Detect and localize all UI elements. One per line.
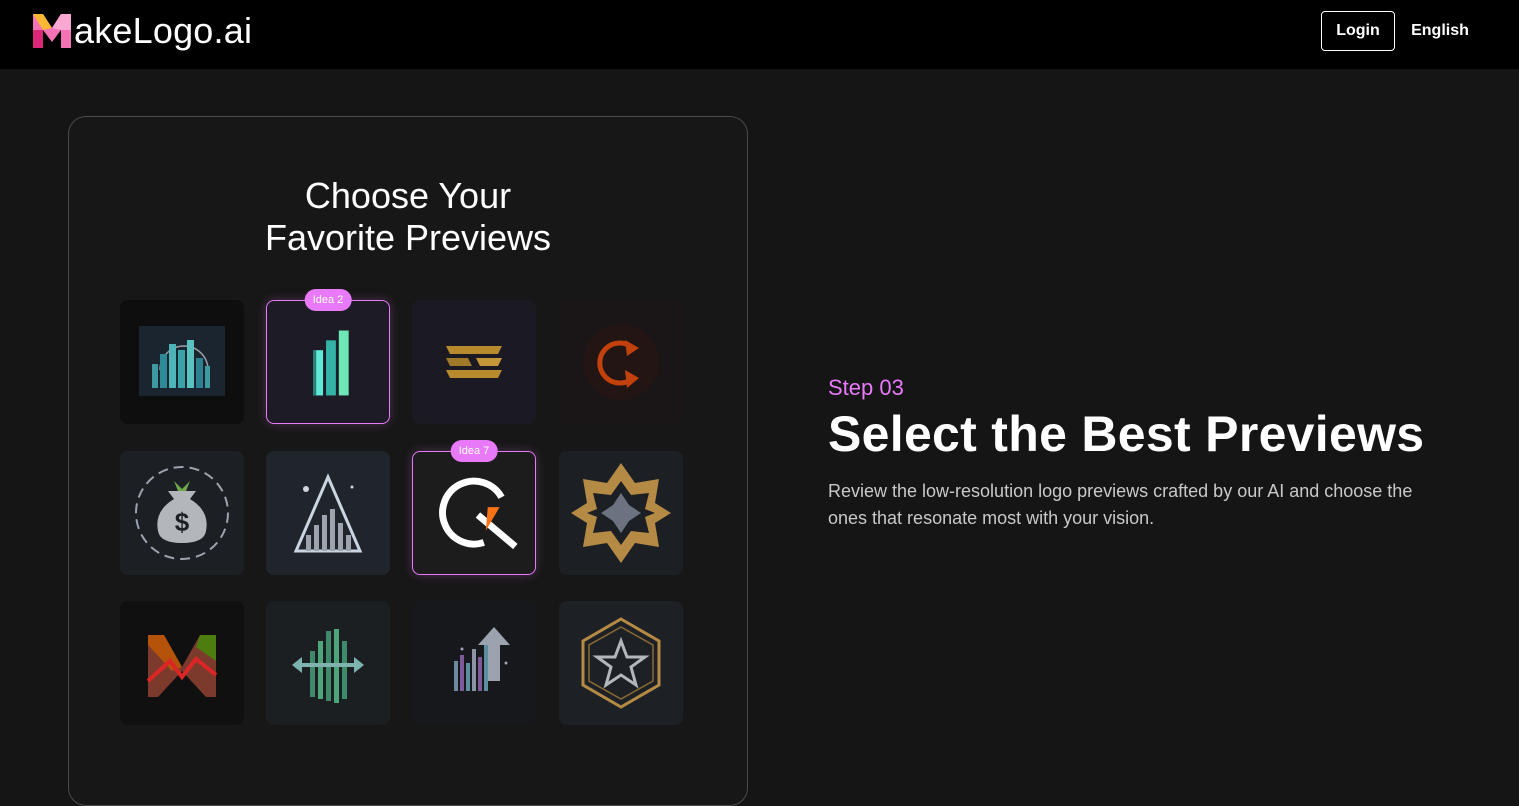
brand-logo[interactable]: akeLogo.ai — [31, 10, 252, 52]
idea-2-badge: Idea 2 — [304, 289, 352, 311]
growth-bars-logo-icon — [267, 301, 389, 423]
brick-pattern-logo-icon — [412, 300, 536, 424]
logo-preview-tile-2[interactable]: Idea 2 — [266, 289, 390, 424]
idea-7-badge: Idea 7 — [450, 440, 498, 462]
logo-preview-tile-4[interactable] — [559, 300, 683, 424]
step-number-label: Step 03 — [828, 375, 904, 400]
top-navigation-bar: akeLogo.ai Login English — [0, 0, 1519, 69]
logo-preview-tile-10[interactable] — [266, 601, 390, 725]
logo-preview-tile-8[interactable] — [559, 451, 683, 575]
step-description: Review the low-resolution logo previews … — [828, 481, 1413, 528]
logo-preview-tile-11[interactable] — [412, 601, 536, 725]
logo-preview-tile-3[interactable] — [412, 300, 536, 424]
logo-preview-tile-5[interactable]: $ — [120, 451, 244, 575]
logo-preview-tile-6[interactable] — [266, 451, 390, 575]
city-skyline-logo-icon — [120, 300, 244, 424]
brand-name: akeLogo.ai — [74, 10, 253, 51]
card-title-line-1: Choose Your — [304, 175, 512, 216]
login-button[interactable]: Login — [1321, 11, 1395, 51]
q-monogram-logo-icon — [413, 452, 535, 574]
arrow-up-bars-logo-icon — [412, 601, 536, 725]
bidirectional-bars-logo-icon — [266, 601, 390, 725]
step-title: Select the Best Previews — [828, 406, 1425, 462]
makelogo-m-icon — [33, 14, 71, 48]
money-bag-logo-icon: $ — [120, 451, 244, 575]
language-selector[interactable]: English — [1404, 11, 1476, 51]
logo-preview-tile-1[interactable] — [120, 300, 244, 424]
card-title: Choose Your Favorite Previews — [0, 175, 816, 259]
geometric-star-logo-icon — [559, 451, 683, 575]
svg-text:$: $ — [175, 507, 190, 537]
circular-arrow-logo-icon — [559, 300, 683, 424]
mountain-chart-logo-icon — [266, 451, 390, 575]
logo-preview-tile-7[interactable]: Idea 7 — [412, 440, 536, 575]
logo-preview-tile-9[interactable] — [120, 601, 244, 725]
w-mountain-logo-icon — [120, 601, 244, 725]
logo-preview-tile-12[interactable] — [559, 601, 683, 725]
card-title-line-2: Favorite Previews — [264, 217, 552, 258]
hexagon-star-logo-icon — [559, 601, 683, 725]
